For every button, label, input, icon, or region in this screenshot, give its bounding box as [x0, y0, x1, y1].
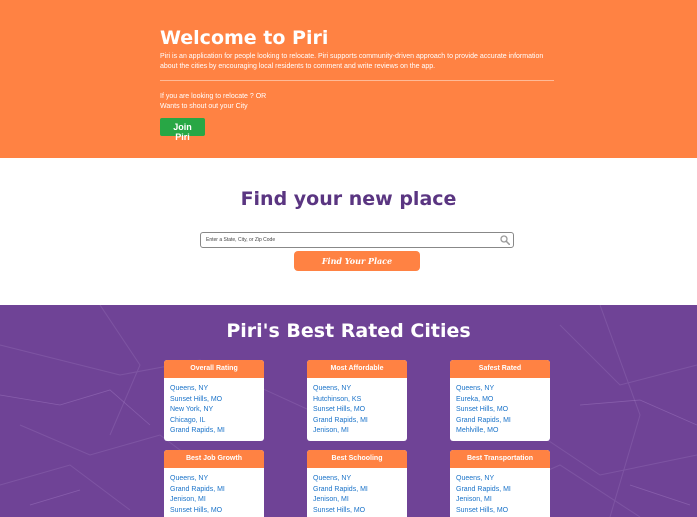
card-most-affordable: Most Affordable Queens, NY Hutchinson, K… [307, 360, 407, 441]
city-link[interactable]: New York, NY [170, 405, 258, 416]
card-heading: Overall Rating [164, 360, 264, 378]
card-body: Queens, NY Grand Rapids, MI Jenison, MI … [307, 468, 407, 517]
card-heading: Safest Rated [450, 360, 550, 378]
city-link[interactable]: Grand Rapids, MI [313, 485, 401, 496]
city-link[interactable]: Jenison, MI [170, 495, 258, 506]
city-link[interactable]: Sunset Hills, MO [170, 395, 258, 406]
city-link[interactable]: Queens, NY [313, 474, 401, 485]
hero-description: Piri is an application for people lookin… [160, 53, 544, 70]
city-link[interactable]: Mehlville, MO [456, 426, 544, 437]
card-best-schooling: Best Schooling Queens, NY Grand Rapids, … [307, 450, 407, 517]
city-link[interactable]: Sunset Hills, MO [456, 405, 544, 416]
card-heading: Most Affordable [307, 360, 407, 378]
find-your-place-button[interactable]: Find Your Place [294, 251, 420, 271]
hero-banner: Welcome to Piri Piri is an application f… [0, 0, 697, 158]
hero-question-line-1: If you are looking to relocate ? OR [160, 93, 267, 100]
city-link[interactable]: Queens, NY [313, 384, 401, 395]
city-link[interactable]: Queens, NY [456, 384, 544, 395]
city-link[interactable]: Grand Rapids, MI [170, 485, 258, 496]
city-link[interactable]: Eureka, MO [456, 395, 544, 406]
city-link[interactable]: Grand Rapids, MI [456, 416, 544, 427]
card-overall-rating: Overall Rating Queens, NY Sunset Hills, … [164, 360, 264, 441]
card-safest-rated: Safest Rated Queens, NY Eureka, MO Sunse… [450, 360, 550, 441]
city-link[interactable]: Grand Rapids, MI [170, 426, 258, 437]
card-heading: Best Schooling [307, 450, 407, 468]
city-link[interactable]: Queens, NY [170, 384, 258, 395]
hero-question-line-2: Wants to shout out your City [160, 103, 248, 110]
city-link[interactable]: Jenison, MI [313, 426, 401, 437]
city-link[interactable]: Sunset Hills, MO [456, 506, 544, 517]
card-heading: Best Transportation [450, 450, 550, 468]
city-link[interactable]: Grand Rapids, MI [313, 416, 401, 427]
city-link[interactable]: Sunset Hills, MO [170, 506, 258, 517]
card-body: Queens, NY Eureka, MO Sunset Hills, MO G… [450, 378, 550, 441]
city-link[interactable]: Chicago, IL [170, 416, 258, 427]
card-heading: Best Job Growth [164, 450, 264, 468]
card-best-job-growth: Best Job Growth Queens, NY Grand Rapids,… [164, 450, 264, 517]
card-body: Queens, NY Grand Rapids, MI Jenison, MI … [450, 468, 550, 517]
card-body: Queens, NY Grand Rapids, MI Jenison, MI … [164, 468, 264, 517]
city-link[interactable]: Hutchinson, KS [313, 395, 401, 406]
join-piri-button[interactable]: Join Piri [160, 118, 205, 142]
city-link[interactable]: Jenison, MI [313, 495, 401, 506]
card-best-transportation: Best Transportation Queens, NY Grand Rap… [450, 450, 550, 517]
card-body: Queens, NY Sunset Hills, MO New York, NY… [164, 378, 264, 441]
find-title: Find your new place [240, 188, 457, 210]
find-place-section: Find your new place Find Your Place [0, 158, 697, 305]
city-link[interactable]: Queens, NY [456, 474, 544, 485]
city-link[interactable]: Sunset Hills, MO [313, 506, 401, 517]
city-link[interactable]: Sunset Hills, MO [313, 405, 401, 416]
hero-question: If you are looking to relocate ? OR Want… [160, 92, 554, 112]
cities-title: Piri's Best Rated Cities [226, 320, 471, 342]
city-link[interactable]: Queens, NY [170, 474, 258, 485]
city-link[interactable]: Jenison, MI [456, 495, 544, 506]
card-body: Queens, NY Hutchinson, KS Sunset Hills, … [307, 378, 407, 441]
city-link[interactable]: Grand Rapids, MI [456, 485, 544, 496]
hero-divider [160, 80, 554, 81]
search-input[interactable] [206, 233, 496, 247]
hero-content: Welcome to Piri Piri is an application f… [160, 27, 554, 144]
best-rated-cities-section: Piri's Best Rated Cities Overall Rating … [0, 305, 697, 517]
search-box [200, 232, 514, 248]
hero-title: Welcome to Piri [160, 27, 329, 49]
search-icon[interactable] [500, 235, 510, 245]
